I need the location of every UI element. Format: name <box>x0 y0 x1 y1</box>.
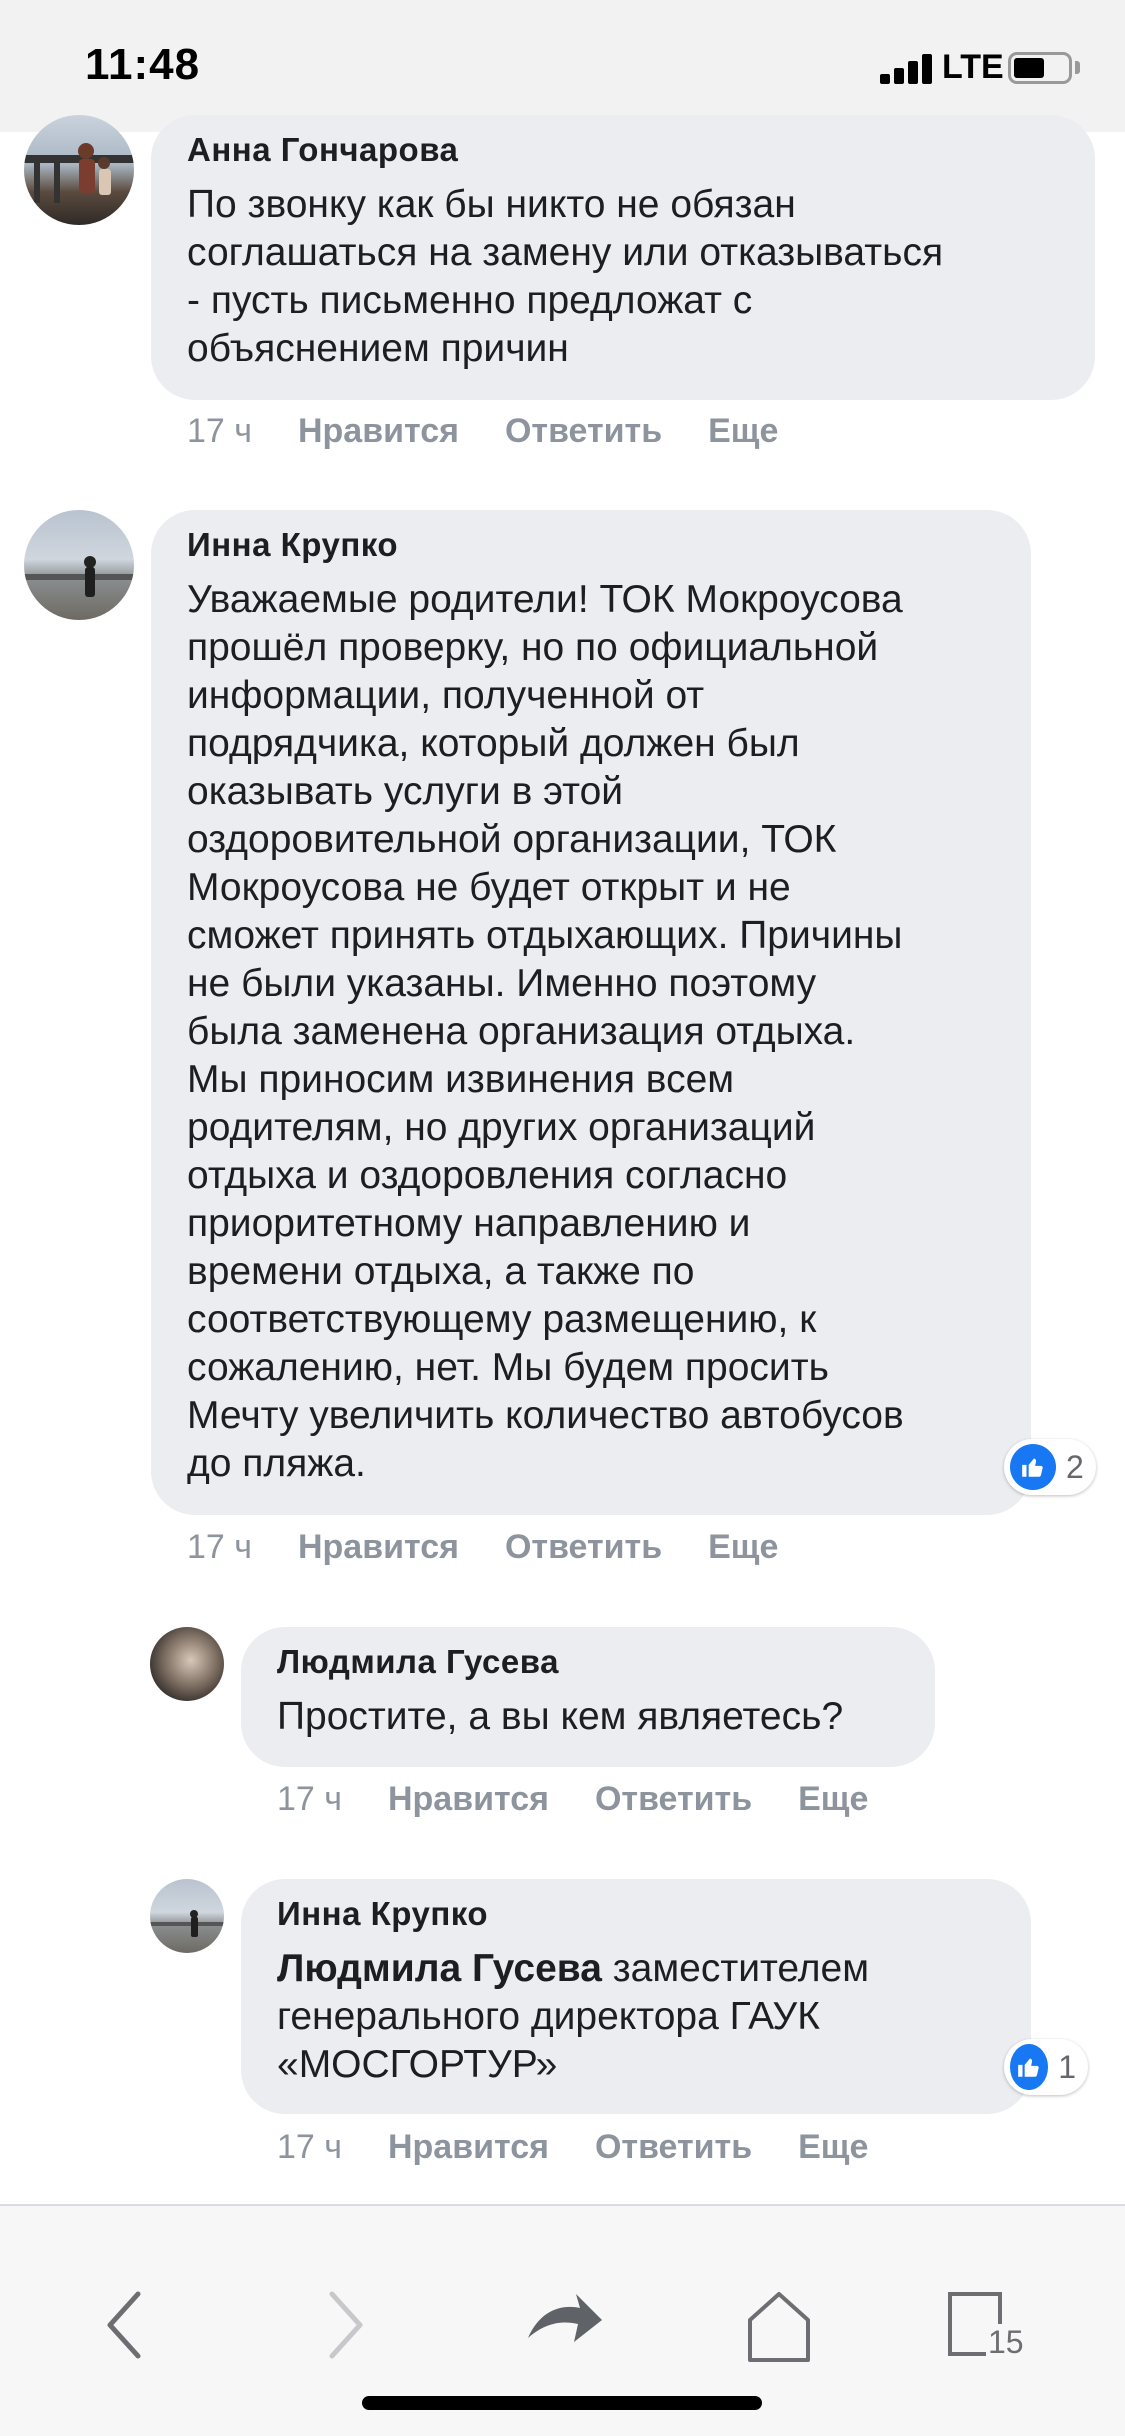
home-indicator <box>362 2396 762 2410</box>
share-button[interactable] <box>518 2280 608 2370</box>
like-link[interactable]: Нравится <box>388 2128 549 2166</box>
comment-time: 17 ч <box>277 2128 342 2166</box>
status-time: 11:48 <box>85 40 201 89</box>
comment-author[interactable]: Инна Крупко <box>187 526 997 564</box>
forward-button[interactable] <box>300 2280 390 2370</box>
reply-link[interactable]: Ответить <box>595 1780 752 1818</box>
home-button[interactable] <box>734 2280 824 2370</box>
back-button[interactable] <box>80 2280 170 2370</box>
reply-bubble[interactable]: Инна Крупко Людмила Гусева заместителем … <box>241 1879 1031 2114</box>
battery-icon <box>1008 52 1072 84</box>
tabs-button[interactable]: 15 <box>944 2280 1054 2370</box>
like-link[interactable]: Нравится <box>388 1780 549 1818</box>
signal-icon <box>880 52 936 84</box>
reaction-count: 2 <box>1066 1448 1084 1485</box>
network-type: LTE <box>942 48 1004 86</box>
comment-actions: 17 ч Нравится Ответить Еще <box>277 1780 914 1819</box>
battery-tip <box>1075 61 1080 74</box>
chevron-right-icon <box>329 2291 363 2359</box>
like-reaction[interactable]: 1 <box>1004 2039 1088 2095</box>
avatar[interactable] <box>150 1879 224 1953</box>
comment-text: Людмила Гусева заместителем генерального… <box>277 1945 997 2089</box>
comment-actions: 17 ч Нравится Ответить Еще <box>187 1528 824 1567</box>
like-link[interactable]: Нравится <box>298 412 459 450</box>
like-link[interactable]: Нравится <box>298 1528 459 1566</box>
reply-link[interactable]: Ответить <box>595 2128 752 2166</box>
mention-link[interactable]: Людмила Гусева <box>277 1947 602 1990</box>
comment-text-rest: генерального директора ГАУК «МОСГОРТУР» <box>277 1995 820 2086</box>
more-link[interactable]: Еще <box>798 2128 868 2166</box>
comment-text: Уважаемые родители! ТОК Мокроусова прошё… <box>187 578 904 1485</box>
home-icon <box>748 2292 810 2362</box>
comment-text: По звонку как бы никто не обязан соглаша… <box>187 183 944 370</box>
comment-actions: 17 ч Нравится Ответить Еще <box>187 412 824 451</box>
reply-bubble[interactable]: Людмила Гусева Простите, а вы кем являет… <box>241 1627 935 1767</box>
reply-link[interactable]: Ответить <box>505 1528 662 1566</box>
thumbs-up-icon <box>1010 1444 1056 1490</box>
comment-author[interactable]: Инна Крупко <box>277 1895 997 1933</box>
comment-time: 17 ч <box>187 1528 252 1566</box>
status-bar: 11:48 LTE <box>0 0 1125 132</box>
more-link[interactable]: Еще <box>798 1780 868 1818</box>
tabs-count: 15 <box>986 2324 1026 2361</box>
more-link[interactable]: Еще <box>708 1528 778 1566</box>
avatar[interactable] <box>24 510 134 620</box>
chevron-left-icon <box>107 2291 141 2359</box>
comment-text: Простите, а вы кем являетесь? <box>277 1695 844 1738</box>
comment-author[interactable]: Анна Гончарова <box>187 131 1061 169</box>
comment-text-line1: заместителем <box>601 1947 870 1990</box>
comment-bubble[interactable]: Инна Крупко Уважаемые родители! ТОК Мокр… <box>151 510 1031 1515</box>
comment-actions: 17 ч Нравится Ответить Еще <box>277 2128 914 2167</box>
avatar[interactable] <box>24 115 134 225</box>
comment-bubble[interactable]: Анна Гончарова По звонку как бы никто не… <box>151 115 1095 400</box>
reaction-count: 1 <box>1058 2048 1076 2085</box>
share-arrow-icon <box>528 2294 602 2342</box>
reply-link[interactable]: Ответить <box>505 412 662 450</box>
thumbs-up-icon <box>1010 2044 1049 2090</box>
like-reaction[interactable]: 2 <box>1004 1439 1096 1495</box>
more-link[interactable]: Еще <box>708 412 778 450</box>
avatar[interactable] <box>150 1627 224 1701</box>
comment-time: 17 ч <box>187 412 252 450</box>
comment-time: 17 ч <box>277 1780 342 1818</box>
comment-author[interactable]: Людмила Гусева <box>277 1643 901 1681</box>
